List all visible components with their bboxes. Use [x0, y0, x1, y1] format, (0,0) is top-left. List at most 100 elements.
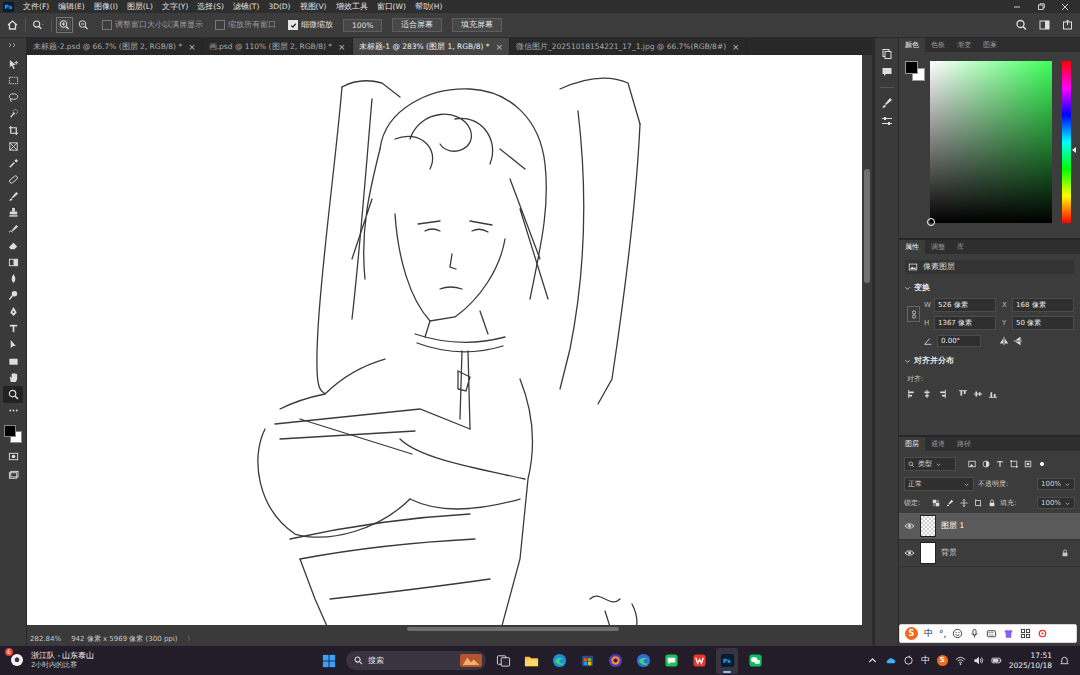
sogou-logo[interactable]: S — [905, 627, 918, 640]
cloud-icon[interactable] — [885, 655, 896, 666]
tool-button[interactable] — [3, 287, 23, 304]
tool-button[interactable] — [3, 254, 23, 271]
color-swatches[interactable] — [4, 425, 22, 443]
tool-button[interactable] — [3, 221, 23, 238]
wifi-icon[interactable] — [955, 655, 966, 666]
tool-button[interactable] — [3, 73, 23, 90]
emoji-icon[interactable] — [952, 628, 963, 639]
option-checkbox[interactable]: 缩放所有窗口 — [215, 20, 276, 30]
search-icon[interactable] — [1015, 19, 1028, 31]
color-field[interactable] — [930, 61, 1052, 223]
tool-button[interactable] — [3, 122, 23, 139]
tool-button[interactable] — [3, 155, 23, 172]
flip-horizontal-icon[interactable] — [999, 336, 1009, 346]
tool-button[interactable] — [3, 386, 23, 403]
panel-tab[interactable]: 渐变 — [951, 38, 977, 52]
panel-tab[interactable]: 库 — [951, 240, 970, 254]
tool-button[interactable] — [3, 238, 23, 255]
option-checkbox[interactable]: 调整窗口大小以满屏显示 — [102, 20, 203, 30]
panel-tab[interactable]: 颜色 — [899, 38, 925, 52]
zoom-tool-icon[interactable] — [32, 19, 45, 31]
lock-transparency-icon[interactable] — [932, 499, 940, 507]
ime-indicator[interactable]: 中 — [921, 654, 930, 667]
tool-button[interactable] — [3, 56, 23, 73]
taskbar-app[interactable] — [660, 648, 682, 674]
layer-row[interactable]: 图层 1 — [899, 513, 1080, 540]
lock-pixels-icon[interactable] — [946, 499, 954, 507]
checkbox[interactable] — [288, 20, 298, 30]
option-button[interactable]: 适合屏幕 — [392, 18, 442, 32]
lock-position-icon[interactable] — [960, 499, 968, 507]
history-icon[interactable] — [881, 48, 893, 60]
visibility-toggle[interactable] — [904, 549, 915, 557]
angle-input[interactable]: 0.00° — [937, 335, 981, 347]
tab-close-button[interactable]: × — [732, 42, 740, 52]
zoom-in-icon[interactable] — [58, 19, 71, 31]
visibility-toggle[interactable] — [904, 522, 915, 530]
share-icon[interactable] — [1061, 19, 1074, 31]
panel-tab[interactable]: 图层 — [899, 437, 925, 451]
notification-icon[interactable] — [1059, 655, 1070, 666]
align-icon[interactable] — [937, 389, 947, 399]
filter-dropdown[interactable]: 类型 — [904, 457, 956, 471]
taskbar-search[interactable]: 搜索 — [346, 651, 486, 670]
workspace-icon[interactable] — [1038, 19, 1051, 31]
tool-button[interactable] — [3, 172, 23, 189]
fill-input[interactable]: 100% — [1037, 497, 1075, 509]
restore-icon[interactable] — [1036, 2, 1046, 12]
taskbar-app[interactable]: Ps — [716, 648, 738, 674]
hue-slider[interactable] — [1062, 61, 1071, 223]
taskbar-app[interactable] — [548, 648, 570, 674]
news-widget[interactable]: 6 浙江队 - 山东泰山 2小时内的比赛 — [0, 652, 210, 669]
align-icon[interactable] — [958, 389, 968, 399]
clock[interactable]: 17:51 2025/10/18 — [1009, 651, 1052, 670]
menu-item[interactable]: 窗口(W) — [373, 0, 410, 13]
foreground-swatch[interactable] — [4, 425, 16, 437]
tool-button[interactable] — [3, 320, 23, 337]
layer-name[interactable]: 图层 1 — [941, 521, 1075, 531]
horizontal-scrollbar[interactable] — [27, 625, 872, 633]
scroll-thumb[interactable] — [864, 169, 870, 283]
menu-item[interactable]: 图层(L) — [123, 0, 157, 13]
tool-button[interactable] — [3, 271, 23, 288]
foreground-swatch[interactable] — [905, 61, 918, 74]
toolbox-icon[interactable] — [1020, 628, 1031, 639]
tool-button[interactable] — [3, 205, 23, 222]
taskbar-app[interactable] — [576, 648, 598, 674]
option-button[interactable]: 100% — [343, 19, 382, 32]
zoom-out-icon[interactable] — [77, 19, 90, 31]
layer-row[interactable]: 背景 — [899, 540, 1080, 567]
close-icon[interactable] — [1060, 2, 1070, 12]
ps-logo[interactable]: Ps — [3, 2, 14, 12]
panel-tab[interactable]: 通道 — [925, 437, 951, 451]
panel-tab[interactable]: 属性 — [899, 240, 925, 254]
chevron-up-icon[interactable] — [867, 655, 878, 666]
adjustment-filter-icon[interactable] — [982, 460, 990, 468]
document-tab[interactable]: 微信图片_20251018154221_17_1.jpg @ 66.7%(RGB… — [510, 38, 747, 55]
menu-item[interactable]: 帮助(H) — [411, 0, 447, 13]
checkbox[interactable] — [215, 20, 225, 30]
punctuation-mode[interactable]: °, — [939, 629, 946, 639]
align-icon[interactable] — [922, 389, 932, 399]
lock-artboard-icon[interactable] — [974, 499, 982, 507]
flip-vertical-icon[interactable] — [1013, 336, 1023, 346]
comment-icon[interactable] — [881, 66, 893, 78]
document-tab[interactable]: 画.psd @ 110% (图层 2, RGB/8) * × — [203, 38, 353, 55]
tab-close-button[interactable]: × — [338, 42, 346, 52]
quick-mask-icon[interactable] — [8, 451, 19, 462]
color-cursor[interactable] — [927, 218, 935, 226]
panel-tab[interactable]: 调整 — [925, 240, 951, 254]
tool-button[interactable] — [3, 188, 23, 205]
field-input[interactable]: 50 像素 — [1012, 316, 1074, 330]
tool-button[interactable] — [3, 139, 23, 156]
type-filter-icon[interactable] — [996, 460, 1004, 468]
layer-name[interactable]: 背景 — [941, 548, 1056, 558]
hue-marker[interactable] — [1072, 147, 1076, 153]
taskbar-app[interactable] — [632, 648, 654, 674]
tool-button[interactable] — [3, 106, 23, 123]
screen-mode-icon[interactable] — [8, 470, 19, 481]
taskbar-app[interactable] — [688, 648, 710, 674]
scroll-thumb[interactable] — [407, 627, 618, 631]
status-arrow[interactable]: 〉 — [187, 634, 194, 644]
opacity-input[interactable]: 100% — [1037, 478, 1075, 490]
